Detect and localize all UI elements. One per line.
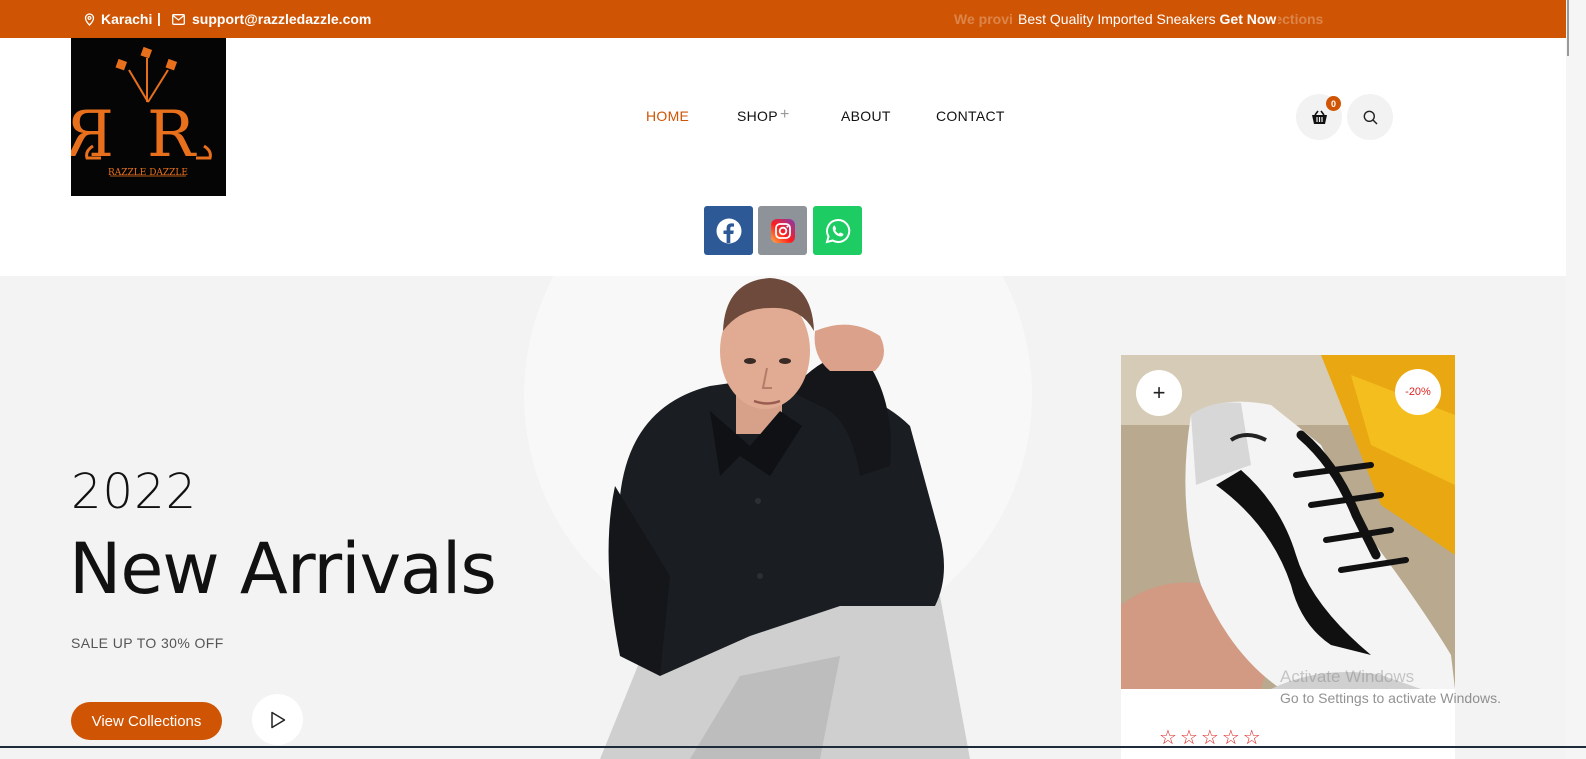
ticker-ghost-left: We provi xyxy=(954,11,1013,27)
product-image[interactable]: + -20% xyxy=(1121,355,1455,689)
email-info[interactable]: support@razzledazzle.com xyxy=(172,11,371,27)
play-icon xyxy=(270,711,285,728)
ticker-text: Best Quality Imported Sneakers xyxy=(1018,11,1216,27)
nav-shop-expand-icon[interactable]: + xyxy=(780,106,790,124)
star-outline-icon: ☆ xyxy=(1221,727,1240,749)
ticker-cta-link[interactable]: Get Now xyxy=(1220,11,1277,27)
star-outline-icon: ☆ xyxy=(1242,727,1261,749)
envelope-icon xyxy=(172,13,185,25)
discount-badge: -20% xyxy=(1395,369,1441,415)
search-icon xyxy=(1363,110,1378,125)
view-collections-button[interactable]: View Collections xyxy=(71,702,222,740)
star-outline-icon: ☆ xyxy=(1159,727,1177,749)
whatsapp-button[interactable] xyxy=(813,206,862,255)
search-button[interactable] xyxy=(1347,94,1393,140)
location-info: Karachi xyxy=(84,11,152,27)
topbar-separator: | xyxy=(157,10,161,26)
instagram-icon xyxy=(770,218,795,243)
top-info-bar: Karachi | support@razzledazzle.com We pr… xyxy=(0,0,1566,38)
hero-title: New Arrivals xyxy=(69,528,497,610)
star-outline-icon: ☆ xyxy=(1200,727,1219,749)
whatsapp-icon xyxy=(825,218,850,243)
email-link[interactable]: support@razzledazzle.com xyxy=(192,11,371,27)
taskbar-edge xyxy=(0,746,1586,748)
hero-subtitle: SALE UP TO 30% OFF xyxy=(71,635,224,651)
facebook-button[interactable] xyxy=(704,206,753,255)
page-scrollbar[interactable] xyxy=(1566,0,1586,759)
location-text: Karachi xyxy=(101,11,153,27)
nav-contact[interactable]: CONTACT xyxy=(936,108,1005,124)
product-rating: ☆ ☆ ☆ ☆ ☆ xyxy=(1159,728,1261,748)
page: Karachi | support@razzledazzle.com We pr… xyxy=(0,0,1586,759)
nav-shop[interactable]: SHOP xyxy=(737,108,778,124)
nav-about[interactable]: ABOUT xyxy=(841,108,891,124)
cart-count-badge: 0 xyxy=(1326,96,1341,111)
logo-brand-text: RAZZLE DAZZLE xyxy=(108,168,188,178)
add-to-cart-button[interactable]: + xyxy=(1136,370,1182,416)
os-activation-watermark-text: Go to Settings to activate Windows. xyxy=(1280,690,1501,706)
ticker-message: Best Quality Imported Sneakers Get Now xyxy=(1016,11,1279,27)
play-video-button[interactable] xyxy=(252,694,303,745)
basket-icon xyxy=(1311,110,1327,124)
star-outline-icon: ☆ xyxy=(1179,727,1198,749)
facebook-icon xyxy=(716,218,741,243)
promo-ticker: We provi ollections Best Quality Importe… xyxy=(940,11,1340,29)
map-pin-icon xyxy=(84,12,95,26)
hero-model-image xyxy=(600,278,970,759)
page-scrollbar-thumb[interactable] xyxy=(1567,0,1569,56)
os-activation-watermark-title: Activate Windows xyxy=(1280,667,1415,686)
nav-home[interactable]: HOME xyxy=(646,108,689,124)
instagram-button[interactable] xyxy=(758,206,807,255)
hero-year: 2022 xyxy=(71,464,198,520)
